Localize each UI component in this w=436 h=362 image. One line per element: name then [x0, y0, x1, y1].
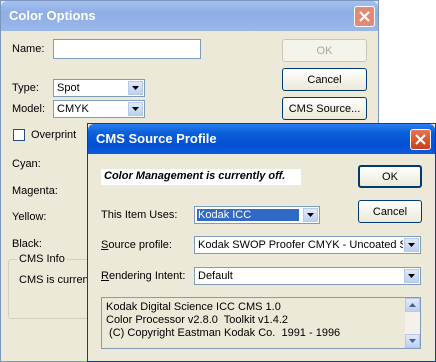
chevron-up-icon: [409, 303, 416, 307]
cms-info-line-3: (C) Copyright Eastman Kodak Co. 1991 - 1…: [106, 327, 341, 339]
cms-status-banner: Color Management is currently off.: [101, 169, 301, 185]
cms-info-textbox[interactable]: Kodak Digital Science ICC CMS 1.0 Color …: [101, 297, 421, 349]
cms-info-title: CMS Info: [17, 253, 67, 265]
ok-button[interactable]: OK: [358, 165, 422, 188]
type-select[interactable]: Spot: [53, 79, 145, 97]
cms-source-profile-title: CMS Source Profile: [96, 131, 217, 146]
cms-info-text: CMS is current: [19, 274, 92, 286]
rendering-intent-select[interactable]: Default: [194, 267, 421, 285]
source-profile-value: Kodak SWOP Proofer CMYK - Uncoated St: [198, 239, 403, 251]
magenta-label: Magenta:: [12, 185, 58, 197]
color-options-titlebar[interactable]: Color Options: [1, 1, 378, 31]
ok-button[interactable]: OK: [282, 39, 367, 62]
cms-source-button[interactable]: CMS Source...: [282, 97, 367, 120]
chevron-down-icon: [303, 208, 318, 222]
scroll-up-button[interactable]: [405, 298, 420, 312]
black-label: Black:: [12, 238, 42, 250]
cms-source-profile-titlebar[interactable]: CMS Source Profile: [88, 124, 435, 154]
model-select-value: CMYK: [57, 103, 89, 115]
cms-info-line-2: Color Processor v2.8.0 Toolkit v1.4.2: [106, 314, 288, 326]
cms-info-line-1: Kodak Digital Science ICC CMS 1.0: [106, 301, 281, 313]
model-select[interactable]: CMYK: [53, 100, 145, 118]
rendering-intent-value: Default: [198, 270, 233, 282]
scroll-down-button[interactable]: [405, 334, 420, 348]
chevron-down-icon: [128, 81, 143, 95]
cyan-label: Cyan:: [12, 158, 41, 170]
type-label: Type:: [12, 82, 39, 94]
source-profile-label-rest: ource profile:: [108, 239, 172, 251]
close-icon: [359, 11, 370, 22]
model-label: Model:: [12, 103, 46, 115]
cms-status-text: Color Management is currently off.: [104, 170, 286, 182]
item-uses-label: This Item Uses:: [101, 209, 178, 221]
type-select-value: Spot: [57, 82, 80, 94]
close-icon: [415, 134, 426, 145]
source-profile-select[interactable]: Kodak SWOP Proofer CMYK - Uncoated St: [194, 236, 421, 254]
overprint-label: Overprint: [31, 129, 77, 141]
color-options-close-button[interactable]: [354, 6, 375, 27]
item-uses-value: Kodak ICC: [197, 209, 299, 221]
cms-source-profile-close-button[interactable]: [410, 129, 431, 150]
chevron-down-icon: [404, 269, 419, 283]
cancel-button[interactable]: Cancel: [282, 68, 367, 91]
cancel-button[interactable]: Cancel: [358, 200, 422, 223]
source-profile-label: Source profile:: [101, 239, 172, 251]
chevron-down-icon: [404, 238, 419, 252]
name-label: Name:: [12, 43, 45, 55]
rendering-intent-label-rest: endering Intent:: [108, 270, 186, 282]
name-input[interactable]: [53, 39, 201, 59]
yellow-label: Yellow:: [12, 211, 47, 223]
vertical-scrollbar[interactable]: [405, 298, 420, 348]
overprint-checkbox[interactable]: [13, 129, 25, 141]
cms-source-profile-window: CMS Source Profile Color Management is c…: [87, 123, 436, 362]
chevron-down-icon: [128, 102, 143, 116]
item-uses-select[interactable]: Kodak ICC: [194, 206, 320, 224]
chevron-down-icon: [409, 339, 416, 343]
rendering-intent-mnemonic: R: [101, 270, 109, 282]
rendering-intent-label: Rendering Intent:: [101, 270, 185, 282]
color-options-title: Color Options: [9, 8, 96, 23]
